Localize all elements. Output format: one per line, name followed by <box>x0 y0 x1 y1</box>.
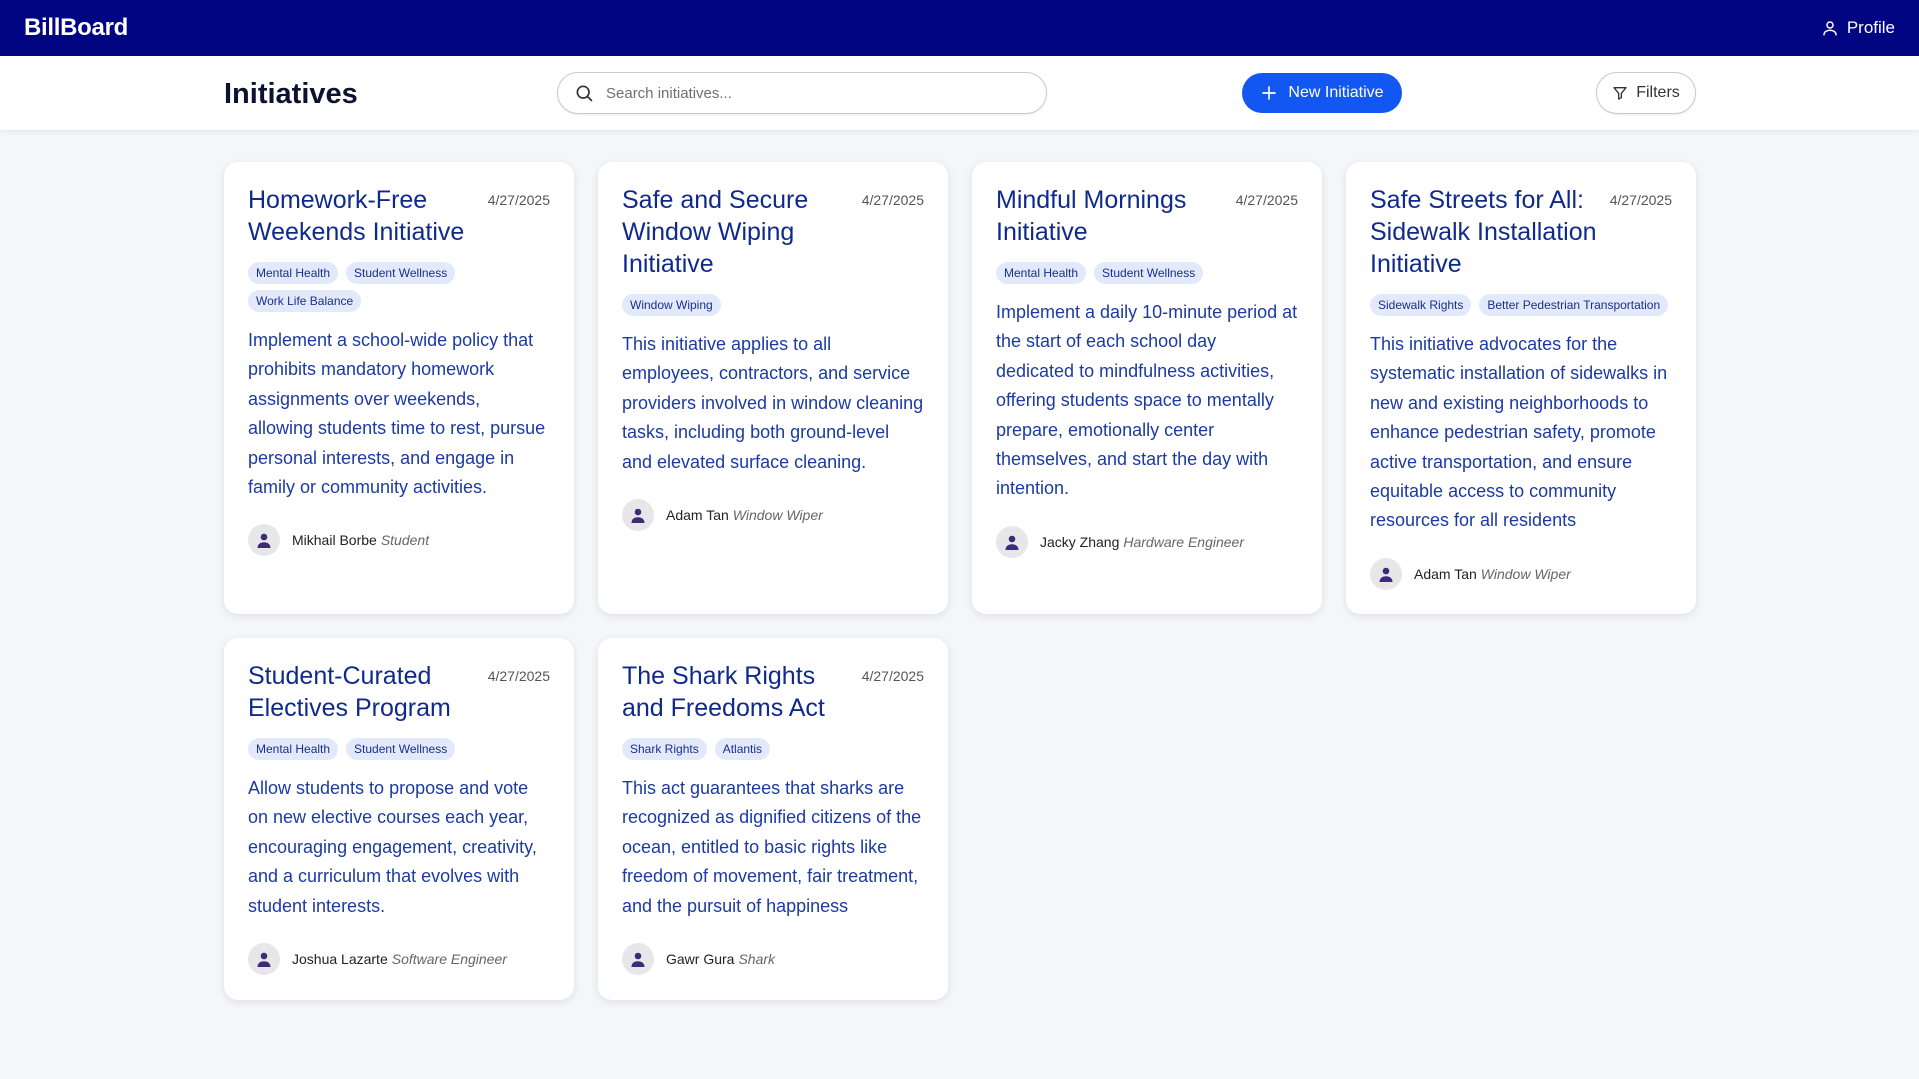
avatar <box>248 524 280 557</box>
initiative-card[interactable]: Safe Streets for All: Sidewalk Installat… <box>1346 162 1696 614</box>
author-name: Gawr Gura <box>666 951 735 968</box>
author-name: Joshua Lazarte <box>292 951 388 968</box>
new-initiative-button[interactable]: New Initiative <box>1242 73 1402 113</box>
initiative-card[interactable]: Safe and Secure Window Wiping Initiative… <box>598 162 948 614</box>
author-name: Adam Tan <box>666 507 729 524</box>
author-info: Mikhail Borbe Student <box>248 524 550 557</box>
tag-list: Shark Rights Atlantis <box>622 738 924 760</box>
page-title: Initiatives <box>224 78 358 110</box>
initiative-description: This initiative advocates for the system… <box>1370 334 1668 531</box>
avatar <box>622 499 654 532</box>
search-icon <box>576 85 593 102</box>
initiative-date: 4/27/2025 <box>487 192 550 208</box>
initiative-title[interactable]: Homework-Free Weekends Initiative <box>248 184 476 248</box>
initiative-card[interactable]: Mindful Mornings Initiative 4/27/2025 Me… <box>972 162 1322 614</box>
avatar <box>248 943 280 976</box>
initiative-title[interactable]: Safe and Secure Window Wiping Initiative <box>622 184 850 280</box>
author-name: Jacky Zhang <box>1040 533 1120 550</box>
brand-logo[interactable]: BillBoard <box>24 14 128 42</box>
tag-list: Mental Health Student Wellness <box>248 738 550 760</box>
tag-list: Sidewalk Rights Better Pedestrian Transp… <box>1370 294 1672 316</box>
tag[interactable]: Student Wellness <box>346 262 456 284</box>
person-icon <box>257 952 271 968</box>
initiative-date: 4/27/2025 <box>861 192 924 208</box>
initiatives-grid: Homework-Free Weekends Initiative 4/27/2… <box>224 162 1696 1000</box>
initiative-title[interactable]: Safe Streets for All: Sidewalk Installat… <box>1370 184 1598 280</box>
user-icon <box>1823 21 1837 36</box>
initiative-date: 4/27/2025 <box>861 668 924 684</box>
author-info: Gawr Gura Shark <box>622 943 924 976</box>
initiative-date: 4/27/2025 <box>487 668 550 684</box>
filters-label: Filters <box>1636 84 1680 101</box>
person-icon <box>631 952 645 968</box>
tag-list: Window Wiping <box>622 294 924 316</box>
tag-list: Mental Health Student Wellness <box>996 262 1298 284</box>
tag[interactable]: Window Wiping <box>622 294 721 316</box>
tag[interactable]: Mental Health <box>248 262 339 284</box>
tag[interactable]: Better Pedestrian Transportation <box>1479 294 1669 316</box>
author-info: Jacky Zhang Hardware Engineer <box>996 525 1298 558</box>
tag[interactable]: Student Wellness <box>1094 262 1204 284</box>
top-navbar: BillBoard Profile <box>0 0 1919 56</box>
person-icon <box>631 508 645 524</box>
author-info: Adam Tan Window Wiper <box>1370 557 1672 590</box>
author-info: Adam Tan Window Wiper <box>622 499 924 532</box>
author-role: Window Wiper <box>1480 565 1571 582</box>
avatar <box>1370 557 1402 590</box>
filter-icon <box>1613 87 1627 100</box>
new-initiative-label: New Initiative <box>1288 84 1384 101</box>
initiative-title[interactable]: Mindful Mornings Initiative <box>996 184 1224 248</box>
initiative-description: This initiative applies to all employees… <box>622 334 924 472</box>
search-box[interactable] <box>557 72 1047 114</box>
avatar <box>996 525 1028 558</box>
initiative-title[interactable]: Student-Curated Electives Program <box>248 660 476 724</box>
initiative-card[interactable]: The Shark Rights and Freedoms Act 4/27/2… <box>598 638 948 1000</box>
tag[interactable]: Mental Health <box>996 262 1087 284</box>
initiative-description: This act guarantees that sharks are reco… <box>622 778 922 916</box>
profile-label: Profile <box>1846 18 1895 37</box>
author-role: Student <box>380 532 430 549</box>
tag[interactable]: Mental Health <box>248 738 339 760</box>
author-role: Shark <box>738 951 776 968</box>
person-icon <box>257 534 271 549</box>
tag[interactable]: Student Wellness <box>346 738 456 760</box>
initiative-description: Implement a school-wide policy that proh… <box>248 330 546 498</box>
author-name: Mikhail Borbe <box>292 532 377 549</box>
author-role: Window Wiper <box>732 507 823 524</box>
initiative-card[interactable]: Student-Curated Electives Program 4/27/2… <box>224 638 574 1000</box>
tag-list: Mental Health Student Wellness Work Life… <box>248 262 550 312</box>
author-role: Hardware Engineer <box>1123 533 1244 550</box>
profile-link[interactable]: Profile <box>1821 18 1895 38</box>
avatar <box>622 943 654 976</box>
initiative-date: 4/27/2025 <box>1235 192 1298 208</box>
page-header: Initiatives New Initiative Filters <box>0 56 1919 130</box>
initiative-date: 4/27/2025 <box>1609 192 1672 208</box>
person-icon <box>1005 535 1019 550</box>
person-icon <box>1379 567 1393 582</box>
filters-button[interactable]: Filters <box>1596 72 1696 114</box>
initiative-title[interactable]: The Shark Rights and Freedoms Act <box>622 660 850 724</box>
tag[interactable]: Shark Rights <box>622 738 707 760</box>
plus-icon <box>1262 86 1277 100</box>
author-info: Joshua Lazarte Software Engineer <box>248 943 550 976</box>
search-input[interactable] <box>606 84 1026 102</box>
initiative-description: Implement a daily 10-minute period at th… <box>996 302 1298 499</box>
tag[interactable]: Sidewalk Rights <box>1370 294 1472 316</box>
author-name: Adam Tan <box>1414 565 1477 582</box>
tag[interactable]: Work Life Balance <box>248 290 362 312</box>
author-role: Software Engineer <box>391 951 507 968</box>
tag[interactable]: Atlantis <box>714 738 771 760</box>
initiative-card[interactable]: Homework-Free Weekends Initiative 4/27/2… <box>224 162 574 614</box>
initiative-description: Allow students to propose and vote on ne… <box>248 778 537 916</box>
